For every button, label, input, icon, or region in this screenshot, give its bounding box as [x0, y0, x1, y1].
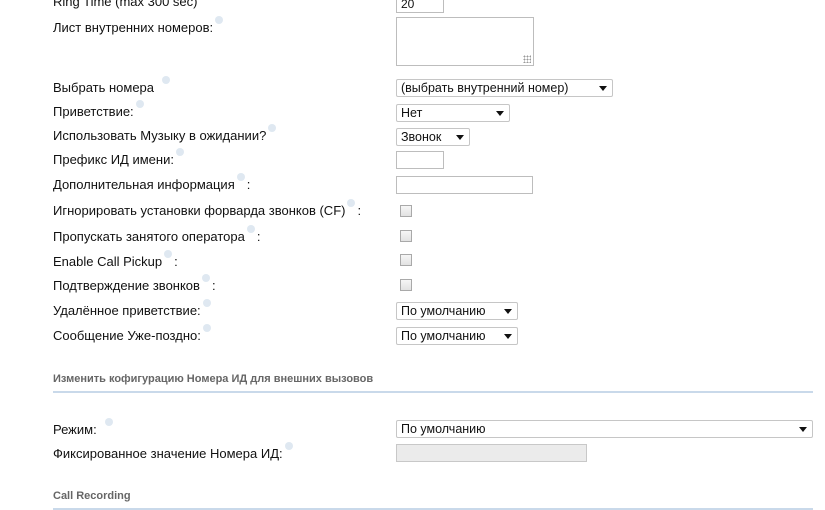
select-numbers-dropdown[interactable]: (выбрать внутренний номер)	[396, 79, 613, 97]
ring-time-label: Ring Time (max 300 sec)	[53, 0, 198, 9]
ring-time-input[interactable]	[396, 0, 444, 13]
extension-list-label: Лист внутренних номеров:	[53, 16, 224, 35]
help-icon[interactable]	[246, 225, 255, 233]
chevron-down-icon	[504, 309, 512, 314]
help-icon[interactable]	[135, 100, 144, 108]
extension-list-textarea[interactable]	[396, 17, 534, 66]
remote-greeting-dropdown[interactable]: По умолчанию	[396, 302, 518, 320]
select-numbers-label: Выбрать номера	[53, 76, 171, 95]
extra-info-label: Дополнительная информация:	[53, 173, 250, 192]
help-icon[interactable]	[215, 16, 224, 24]
mode-dropdown[interactable]: По умолчанию	[396, 420, 813, 438]
fixed-cid-row: Фиксированное значение Номера ИД:	[0, 442, 825, 465]
ignore-cf-row: Игнорировать установки форварда звонков …	[0, 199, 825, 222]
ring-time-row: Ring Time (max 300 sec)	[0, 0, 825, 13]
resize-grip-icon[interactable]	[523, 55, 531, 63]
help-icon[interactable]	[162, 76, 171, 84]
music-on-hold-row: Использовать Музыку в ожидании? Звонок	[0, 124, 825, 147]
skip-busy-label: Пропускать занятого оператора:	[53, 225, 261, 244]
help-icon[interactable]	[202, 324, 211, 332]
help-icon[interactable]	[236, 173, 245, 181]
call-confirm-row: Подтверждение звонков:	[0, 274, 825, 297]
help-icon[interactable]	[347, 199, 356, 207]
cid-section-title: Изменить кофигурацию Номера ИД для внешн…	[53, 373, 374, 385]
remote-greeting-label: Удалённое приветствие:	[53, 299, 211, 318]
fixed-cid-label: Фиксированное значение Номера ИД:	[53, 442, 293, 461]
skip-busy-checkbox[interactable]	[400, 230, 412, 242]
help-icon[interactable]	[201, 274, 210, 282]
call-confirm-checkbox[interactable]	[400, 279, 412, 291]
chevron-down-icon	[496, 111, 504, 116]
greeting-row: Приветствие: Нет	[0, 100, 825, 123]
too-late-dropdown[interactable]: По умолчанию	[396, 327, 518, 345]
call-pickup-row: Enable Call Pickup:	[0, 250, 825, 273]
remote-greeting-row: Удалённое приветствие: По умолчанию	[0, 299, 825, 322]
mode-label: Режим:	[53, 418, 113, 437]
select-numbers-row: Выбрать номера (выбрать внутренний номер…	[0, 76, 825, 99]
help-icon[interactable]	[164, 250, 173, 258]
chevron-down-icon	[456, 135, 464, 140]
section-divider	[53, 391, 813, 393]
extra-info-input[interactable]	[396, 176, 533, 194]
chevron-down-icon	[599, 86, 607, 91]
call-recording-section-title: Call Recording	[53, 490, 131, 502]
greeting-dropdown[interactable]: Нет	[396, 104, 510, 122]
help-icon[interactable]	[202, 299, 211, 307]
help-icon[interactable]	[268, 124, 277, 132]
cid-prefix-row: Префикс ИД имени:	[0, 148, 825, 171]
extra-info-row: Дополнительная информация:	[0, 173, 825, 196]
cid-prefix-input[interactable]	[396, 151, 444, 169]
ignore-cf-checkbox[interactable]	[400, 205, 412, 217]
music-on-hold-dropdown[interactable]: Звонок	[396, 128, 470, 146]
call-pickup-checkbox[interactable]	[400, 254, 412, 266]
call-pickup-label: Enable Call Pickup:	[53, 250, 178, 269]
music-on-hold-label: Использовать Музыку в ожидании?	[53, 124, 277, 143]
greeting-label: Приветствие:	[53, 100, 144, 119]
too-late-label: Сообщение Уже-поздно:	[53, 324, 211, 343]
chevron-down-icon	[504, 334, 512, 339]
too-late-row: Сообщение Уже-поздно: По умолчанию	[0, 324, 825, 347]
skip-busy-row: Пропускать занятого оператора:	[0, 225, 825, 248]
help-icon[interactable]	[284, 442, 293, 450]
help-icon[interactable]	[175, 148, 184, 156]
call-confirm-label: Подтверждение звонков:	[53, 274, 216, 293]
help-icon[interactable]	[104, 418, 113, 426]
mode-row: Режим: По умолчанию	[0, 418, 825, 441]
chevron-down-icon	[799, 427, 807, 432]
ignore-cf-label: Игнорировать установки форварда звонков …	[53, 199, 361, 218]
cid-prefix-label: Префикс ИД имени:	[53, 148, 184, 167]
fixed-cid-input	[396, 444, 587, 462]
